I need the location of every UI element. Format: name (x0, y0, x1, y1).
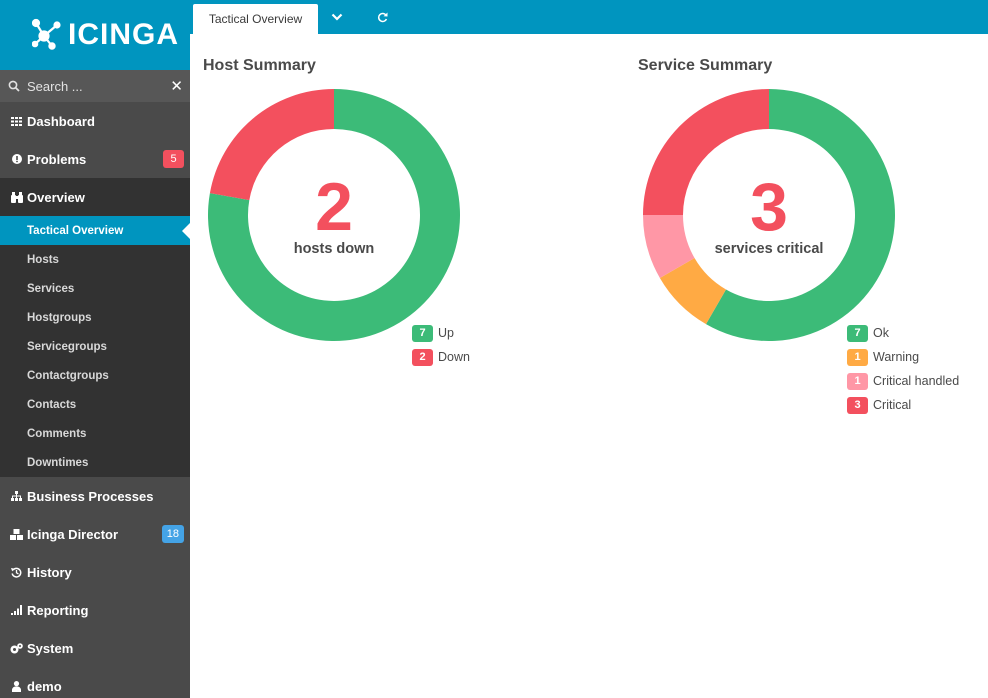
host-legend-label-up: Up (438, 326, 454, 340)
host-legend-item-up[interactable]: 7 Up (412, 321, 470, 345)
nav-overview[interactable]: Overview (0, 178, 190, 216)
hosts-down-count: 2 (315, 169, 353, 245)
service-legend-label-ok: Ok (873, 326, 889, 340)
service-legend-item-critical[interactable]: 3 Critical (847, 393, 959, 417)
nav-system-label: System (27, 640, 74, 656)
service-legend-label-critical: Critical (873, 398, 912, 412)
tab-tactical-overview[interactable]: Tactical Overview (193, 4, 318, 34)
nav-system[interactable]: System (0, 629, 190, 667)
service-summary-title: Service Summary (638, 57, 773, 74)
service-legend: 7 Ok 1 Warning 1 Critical handled 3 Critical (847, 321, 959, 417)
nav-problems-label: Problems (27, 151, 87, 167)
clear-search-icon[interactable]: ✕ (170, 77, 183, 95)
nav-icinga-director-label: Icinga Director (27, 526, 119, 542)
host-legend: 7 Up 2 Down (412, 321, 470, 369)
subnav-hosts[interactable]: Hosts (0, 245, 190, 274)
search-icon (8, 80, 20, 92)
signal-bars-icon (10, 605, 23, 615)
host-legend-count-down: 2 (412, 348, 433, 366)
hosts-down-caption: hosts down (293, 241, 375, 257)
nav-business-processes[interactable]: Business Processes (0, 477, 190, 515)
binoculars-icon (10, 191, 23, 203)
host-summary-title: Host Summary (203, 57, 316, 74)
subnav-contacts[interactable]: Contacts (0, 390, 190, 419)
subnav-comments[interactable]: Comments (0, 419, 190, 448)
nav-dashboard[interactable]: Dashboard (0, 102, 190, 140)
subnav-contactgroups[interactable]: Contactgroups (0, 361, 190, 390)
service-legend-item-warning[interactable]: 1 Warning (847, 345, 959, 369)
service-legend-count-critical: 3 (847, 396, 868, 414)
user-icon (10, 680, 23, 692)
host-legend-label-down: Down (438, 350, 470, 364)
cogs-icon (10, 642, 23, 654)
problems-count-badge: 5 (163, 150, 184, 168)
nav-history[interactable]: History (0, 553, 190, 591)
service-legend-label-critical-handled: Critical handled (873, 374, 960, 388)
nav-history-label: History (27, 564, 72, 580)
nav-business-processes-label: Business Processes (27, 488, 154, 504)
icinga-logo-icon (32, 18, 61, 50)
tab-bar: Tactical Overview (190, 0, 988, 34)
nav-user-label: demo (27, 678, 62, 694)
subnav-hostgroups[interactable]: Hostgroups (0, 303, 190, 332)
subnav-downtimes[interactable]: Downtimes (0, 448, 190, 477)
sidebar: ICINGA Search ... ✕ Dashboard Problems 5… (0, 0, 190, 698)
subnav-tactical-overview[interactable]: Tactical Overview (0, 216, 190, 245)
nav-icinga-director[interactable]: Icinga Director 18 (0, 515, 190, 553)
nav-overview-label: Overview (27, 189, 85, 205)
nav-reporting-label: Reporting (27, 602, 89, 618)
sitemap-icon (10, 491, 23, 501)
grid-icon (10, 116, 23, 126)
chevron-down-icon[interactable] (330, 10, 344, 24)
subnav-servicegroups[interactable]: Servicegroups (0, 332, 190, 361)
cubes-icon (10, 528, 23, 540)
nav-reporting[interactable]: Reporting (0, 591, 190, 629)
director-count-badge: 18 (161, 525, 184, 543)
host-legend-item-down[interactable]: 2 Down (412, 345, 470, 369)
nav-user[interactable]: demo (0, 667, 190, 698)
nav-dashboard-label: Dashboard (27, 113, 95, 129)
overview-subnav: Tactical Overview Hosts Services Hostgro… (0, 216, 190, 477)
refresh-icon[interactable] (375, 10, 389, 24)
nav-problems[interactable]: Problems 5 (0, 140, 190, 178)
service-legend-count-critical-handled: 1 (847, 372, 868, 390)
service-legend-count-warning: 1 (847, 348, 868, 366)
services-critical-count: 3 (750, 169, 788, 245)
service-legend-item-ok[interactable]: 7 Ok (847, 321, 959, 345)
history-icon (10, 567, 23, 578)
alert-icon (10, 154, 23, 164)
subnav-services[interactable]: Services (0, 274, 190, 303)
search-placeholder: Search ... (27, 78, 83, 94)
host-legend-count-up: 7 (412, 324, 433, 342)
search-input[interactable]: Search ... ✕ (0, 70, 190, 102)
logo-text: ICINGA (68, 18, 179, 51)
services-critical-caption: services critical (714, 241, 824, 257)
service-legend-count-ok: 7 (847, 324, 868, 342)
service-legend-item-critical-handled[interactable]: 1 Critical handled (847, 369, 959, 393)
logo[interactable]: ICINGA (0, 0, 190, 70)
service-legend-label-warning: Warning (873, 350, 920, 364)
